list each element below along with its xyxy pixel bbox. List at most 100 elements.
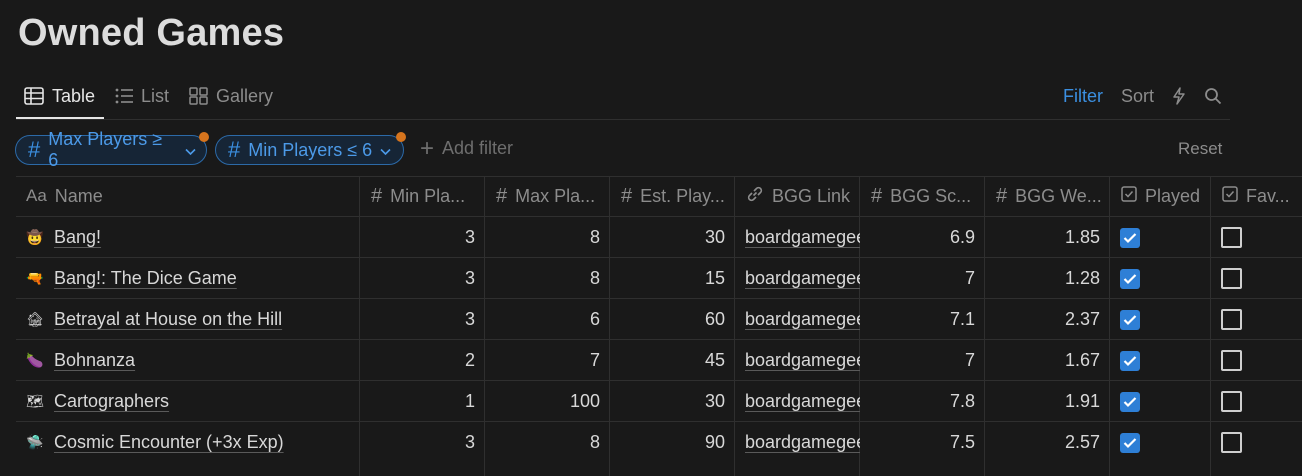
checkbox-unchecked[interactable] [1221, 309, 1242, 330]
filter-chip-min-players[interactable]: # Min Players ≤ 6 [215, 132, 406, 165]
cell-min-players[interactable]: 3 [360, 258, 485, 299]
table-row[interactable]: 🤠 Bang! 3 8 30 boardgamegeek 6.9 1.85 [16, 217, 1302, 258]
cell-bgg-link[interactable]: boardgamegeek [735, 258, 860, 299]
cell-name[interactable]: 🔫 Bang!: The Dice Game [16, 258, 360, 299]
checkbox-checked[interactable] [1120, 432, 1140, 453]
checkbox-unchecked[interactable] [1221, 350, 1242, 371]
cell-bgg-score[interactable]: 7 [860, 340, 985, 381]
cell-bgg-link[interactable]: boardgamegeek [735, 217, 860, 258]
cell-max-players[interactable]: 100 [485, 381, 610, 422]
cell-bgg-score[interactable]: 7.1 [860, 299, 985, 340]
cell-est-playtime[interactable]: 15 [610, 258, 735, 299]
sort-button[interactable]: Sort [1121, 86, 1154, 107]
lightning-icon[interactable] [1172, 87, 1186, 105]
checkbox-unchecked[interactable] [1221, 227, 1242, 248]
cell-favorite[interactable] [1211, 381, 1302, 422]
reset-button[interactable]: Reset [1178, 139, 1222, 159]
cell-min-players[interactable]: 1 [360, 381, 485, 422]
column-header-max-players[interactable]: # Max Pla... [486, 176, 610, 216]
cell-bgg-weight[interactable]: 1.67 [985, 340, 1110, 381]
table-row[interactable]: 🏚 Betrayal at House on the Hill 3 6 60 bo… [16, 299, 1302, 340]
game-name[interactable]: Cosmic Encounter (+3x Exp) [54, 432, 284, 453]
game-name[interactable]: Bohnanza [54, 350, 135, 371]
cell-played[interactable] [1110, 217, 1211, 258]
column-header-bgg-weight[interactable]: # BGG We... [986, 176, 1110, 216]
cell-max-players[interactable]: 7 [485, 340, 610, 381]
checkbox-checked[interactable] [1120, 268, 1140, 289]
cell-bgg-weight[interactable]: 1.91 [985, 381, 1110, 422]
cell-played[interactable] [1110, 299, 1211, 340]
cell-bgg-score[interactable]: 6.9 [860, 217, 985, 258]
column-header-name[interactable]: Aa Name [16, 176, 360, 216]
cell-favorite[interactable] [1211, 258, 1302, 299]
cell-min-players[interactable]: 3 [360, 217, 485, 258]
checkbox-unchecked[interactable] [1221, 391, 1242, 412]
cell-name[interactable]: 🏚 Betrayal at House on the Hill [16, 299, 360, 340]
cell-name[interactable]: 🛸 Cosmic Encounter (+3x Exp) [16, 422, 360, 463]
cell-favorite[interactable] [1211, 299, 1302, 340]
cell-name[interactable]: 🍆 Bohnanza [16, 340, 360, 381]
cell-max-players[interactable]: 8 [485, 422, 610, 463]
cell-favorite[interactable] [1211, 422, 1302, 463]
filter-button[interactable]: Filter [1063, 86, 1103, 107]
checkbox-checked[interactable] [1120, 309, 1140, 330]
cell-bgg-link[interactable]: boardgamegeek [735, 381, 860, 422]
cell-played[interactable] [1110, 422, 1211, 463]
cell-max-players[interactable]: 8 [485, 258, 610, 299]
checkbox-checked[interactable] [1120, 350, 1140, 371]
column-header-bgg-score[interactable]: # BGG Sc... [861, 176, 985, 216]
cell-played[interactable] [1110, 340, 1211, 381]
game-name[interactable]: Bang!: The Dice Game [54, 268, 237, 289]
filter-chip-max-players[interactable]: # Max Players ≥ 6 [15, 129, 209, 170]
cell-bgg-score[interactable]: 7.8 [860, 381, 985, 422]
cell-min-players[interactable]: 3 [360, 299, 485, 340]
cell-max-players[interactable]: 8 [485, 217, 610, 258]
game-name[interactable]: Bang! [54, 227, 101, 248]
cell-bgg-score[interactable]: 7 [860, 258, 985, 299]
cell-bgg-weight[interactable]: 1.28 [985, 258, 1110, 299]
column-header-bgg-link[interactable]: BGG Link [736, 176, 860, 216]
cell-bgg-link[interactable]: boardgamegeek [735, 422, 860, 463]
cell-played[interactable] [1110, 258, 1211, 299]
game-name[interactable]: Betrayal at House on the Hill [54, 309, 282, 330]
cell-est-playtime[interactable]: 60 [610, 299, 735, 340]
cell-played[interactable] [1110, 381, 1211, 422]
add-filter-button[interactable]: + Add filter [420, 136, 513, 160]
cell-est-playtime[interactable]: 30 [610, 381, 735, 422]
table-row[interactable]: 🛸 Cosmic Encounter (+3x Exp) 3 8 90 board… [16, 422, 1302, 463]
cell-est-playtime[interactable]: 45 [610, 340, 735, 381]
tab-list[interactable]: List [115, 84, 169, 108]
cell-name[interactable]: 🗺 Cartographers [16, 381, 360, 422]
checkbox-unchecked[interactable] [1221, 268, 1242, 289]
tab-table[interactable]: Table [24, 84, 95, 108]
column-header-min-players[interactable]: # Min Pla... [361, 176, 485, 216]
column-header-est-playtime[interactable]: # Est. Play... [611, 176, 735, 216]
tab-gallery[interactable]: Gallery [189, 84, 273, 108]
column-header-label: Est. Play... [640, 185, 725, 206]
column-header-played[interactable]: Played [1111, 176, 1211, 216]
cell-bgg-score[interactable]: 7.5 [860, 422, 985, 463]
cell-bgg-link[interactable]: boardgamegeek [735, 299, 860, 340]
cell-min-players[interactable]: 2 [360, 340, 485, 381]
checkbox-checked[interactable] [1120, 227, 1140, 248]
cell-max-players[interactable]: 6 [485, 299, 610, 340]
search-icon[interactable] [1204, 87, 1222, 105]
cell-favorite[interactable] [1211, 340, 1302, 381]
table-row[interactable]: 🗺 Cartographers 1 100 30 boardgamegeek 7.… [16, 381, 1302, 422]
cell-name[interactable]: 🤠 Bang! [16, 217, 360, 258]
cell-min-players[interactable]: 3 [360, 422, 485, 463]
cell-favorite[interactable] [1211, 217, 1302, 258]
cell-bgg-weight[interactable]: 1.85 [985, 217, 1110, 258]
game-name[interactable]: Cartographers [54, 391, 169, 412]
checkbox-unchecked[interactable] [1221, 432, 1242, 453]
cell-est-playtime[interactable]: 90 [610, 422, 735, 463]
table-row[interactable]: 🍆 Bohnanza 2 7 45 boardgamegeek 7 1.67 [16, 340, 1302, 381]
cell-bgg-weight[interactable]: 2.57 [985, 422, 1110, 463]
table-row[interactable]: 🔫 Bang!: The Dice Game 3 8 15 boardgamege… [16, 258, 1302, 299]
toolbar-divider [16, 119, 1230, 120]
checkbox-checked[interactable] [1120, 391, 1140, 412]
column-header-favorite[interactable]: Fav... [1212, 176, 1302, 216]
cell-bgg-weight[interactable]: 2.37 [985, 299, 1110, 340]
cell-bgg-link[interactable]: boardgamegeek [735, 340, 860, 381]
cell-est-playtime[interactable]: 30 [610, 217, 735, 258]
